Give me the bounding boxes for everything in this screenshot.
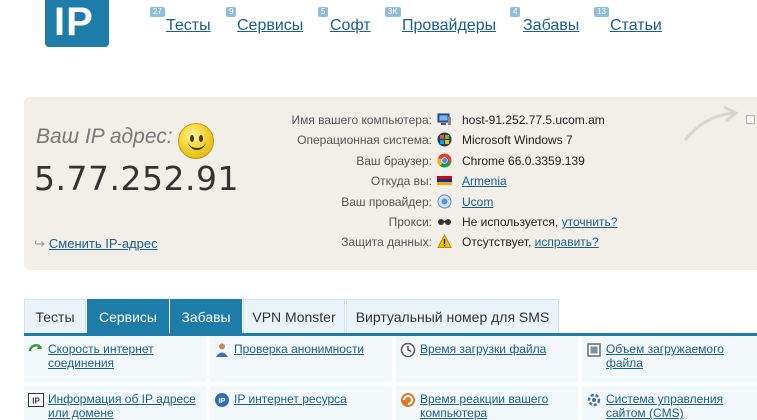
service-item[interactable]: Время реакции вашего компьютера [396,386,580,420]
service-item[interactable]: Объем загружаемого файла [582,336,757,384]
reaction-icon [401,393,415,407]
tab-fun[interactable]: Забавы [170,299,242,333]
service-item[interactable]: Время загрузки файла [396,336,580,384]
svg-text:IP: IP [219,398,226,405]
svg-text:IP: IP [32,397,40,406]
service-item[interactable]: Проверка анонимности [210,336,394,384]
tab-services[interactable]: Сервисы [87,299,169,333]
nav-badge-fun: 4 [510,7,521,17]
computer-icon [437,113,451,125]
nav-item-soft[interactable]: Софт [330,17,371,35]
info-value-protection: Отсутствует, [462,235,532,250]
change-ip-link[interactable]: ↪ Сменить IP-адрес [34,236,158,252]
nav-item-articles[interactable]: Статьи [610,17,662,35]
info-row-os: Операционная система: Microsoft Windows … [230,131,650,151]
nav-badge-articles: 13 [594,7,609,17]
service-item[interactable]: Система управления сайтом (CMS) [582,386,757,420]
info-value-provider-link[interactable]: Ucom [462,195,493,209]
file-size-icon [587,343,601,357]
info-key: Ваш браузер: [356,153,432,168]
cms-icon [587,393,601,407]
tab-tests[interactable]: Тесты [24,299,86,333]
collapse-toggle[interactable] [746,115,755,124]
nav-item-services[interactable]: Сервисы [237,17,303,35]
info-key: Операционная система: [297,133,432,148]
glasses-icon [438,218,451,225]
ip-info-icon: IP [28,393,44,407]
warning-icon [437,234,452,249]
info-value-browser: Chrome 66.0.3359.139 [462,153,585,168]
nav-item-fun[interactable]: Забавы [523,17,579,35]
ip-resource-icon: IP [215,393,229,407]
smiley-icon [178,123,214,159]
info-key: Имя вашего компьютера: [291,113,432,127]
info-key: Прокси: [388,214,432,229]
nav-badge-tests: 27 [150,7,165,17]
decorative-arrow-icon [683,105,739,141]
info-row-browser: Ваш браузер: Chrome 66.0.3359.139 [230,152,650,172]
redo-arrow-icon: ↪ [34,236,45,251]
tab-virtual-sms[interactable]: Виртуальный номер для SMS [346,299,559,333]
nav-badge-services: 9 [226,7,237,17]
clock-icon [400,342,416,358]
info-value-proxy: Не используется, [462,214,559,229]
protection-fix-link[interactable]: исправить? [535,235,599,249]
person-icon [216,343,228,357]
flag-armenia-icon [437,176,452,186]
info-key: Ваш провайдер: [341,194,432,209]
service-item[interactable]: IP Информация об IP адресе или домене [24,386,208,420]
tab-vpn-monster[interactable]: VPN Monster [243,299,345,333]
speed-arrow-icon [28,344,43,352]
info-key: Защита данных: [341,235,432,250]
nav-badge-soft: 5 [318,7,329,17]
info-row-protection: Защита данных: Отсутствует, исправить? [230,233,650,253]
provider-icon [437,194,452,209]
chrome-icon [437,153,452,168]
nav-badge-providers: 3K [385,7,401,17]
service-item[interactable]: IP IP интернет ресурса [210,386,394,420]
ip-address-value: 5.77.252.91 [34,159,239,198]
info-row-hostname: Имя вашего компьютера: host-91.252.77.5.… [230,111,650,131]
connection-info-table: Имя вашего компьютера: host-91.252.77.5.… [230,111,650,254]
nav-item-tests[interactable]: Тесты [166,17,211,35]
ip-label: Ваш IP адрес: [36,125,173,148]
info-row-location: Откуда вы: Armenia [230,172,650,192]
info-value-hostname: host-91.252.77.5.ucom.am [462,113,605,127]
windows-icon [437,132,452,147]
info-key: Откуда вы: [370,174,432,189]
info-value-os: Microsoft Windows 7 [462,133,573,148]
info-row-provider: Ваш провайдер: Ucom [230,193,650,213]
category-tabs: Тесты Сервисы Забавы VPN Monster Виртуал… [24,299,757,336]
info-value-location-link[interactable]: Armenia [462,174,507,188]
proxy-clarify-link[interactable]: уточнить? [562,215,618,229]
service-item[interactable]: Скорость интернет соединения [24,336,208,384]
info-row-proxy: Прокси: Не используется, уточнить? [230,213,650,233]
ip-info-panel: Ваш IP адрес: 5.77.252.91 ↪ Сменить IP-ад… [24,97,757,270]
main-nav: 27 Тесты 9 Сервисы 5 Софт 3K Провайдеры … [0,0,757,40]
nav-item-providers[interactable]: Провайдеры [402,17,496,35]
